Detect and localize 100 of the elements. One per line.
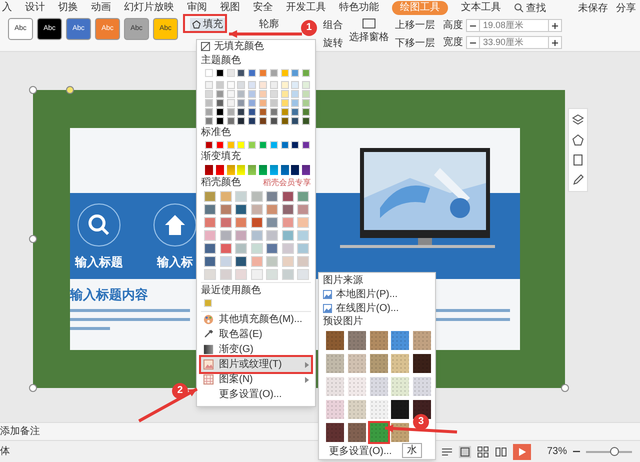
texture-tile[interactable] [413,400,432,419]
pen-icon[interactable] [572,174,584,186]
width-field[interactable]: 33.90厘米 [466,36,562,49]
menu-item[interactable]: 更多设置(O)... [201,387,311,402]
color-swatch[interactable] [282,204,294,215]
color-swatch[interactable] [291,108,300,116]
color-swatch[interactable] [250,269,263,280]
texture-tile[interactable] [348,400,366,419]
color-swatch[interactable] [205,141,213,149]
resize-handle[interactable] [29,384,37,392]
color-swatch[interactable] [250,191,263,202]
color-swatch[interactable] [205,81,213,89]
color-swatch[interactable] [302,90,310,98]
plus-icon[interactable] [552,22,558,28]
color-swatch[interactable] [302,69,310,77]
color-swatch[interactable] [237,69,246,77]
menu-item[interactable]: 渐变(G) [201,342,311,357]
color-swatch[interactable] [235,217,248,228]
ribbon-tab[interactable]: 设计 [25,1,45,15]
color-swatch[interactable] [205,108,213,116]
ribbon-tab[interactable]: 审阅 [187,1,207,15]
color-swatch[interactable] [216,117,224,125]
zoom-level[interactable]: 73% [546,444,567,459]
color-swatch[interactable] [282,256,294,267]
color-swatch[interactable] [235,191,248,202]
color-swatch[interactable] [280,69,289,77]
color-swatch[interactable] [250,230,263,241]
adjust-handle[interactable] [66,86,74,94]
texture-tile[interactable] [413,354,432,373]
color-swatch[interactable] [248,117,256,125]
color-swatch[interactable] [266,217,278,228]
color-swatch[interactable] [297,256,310,267]
texture-tile[interactable] [326,354,344,373]
color-swatch[interactable] [282,269,294,280]
color-swatch[interactable] [291,69,300,77]
color-swatch[interactable] [250,217,263,228]
color-swatch[interactable] [226,81,235,89]
color-swatch[interactable] [205,99,213,107]
texture-tile[interactable] [326,331,344,350]
search-button[interactable]: 查找 [514,0,546,16]
color-swatch[interactable] [302,141,310,149]
color-swatch[interactable] [270,99,278,107]
color-swatch[interactable] [226,108,235,116]
color-swatch[interactable] [220,230,232,241]
color-swatch[interactable] [220,204,232,215]
reading-view-icon[interactable] [494,446,507,458]
color-swatch[interactable] [216,90,224,98]
resize-handle[interactable] [29,86,37,94]
menu-item[interactable]: 其他填充颜色(M)... [201,312,311,327]
color-swatch[interactable] [220,243,232,254]
color-swatch[interactable] [216,81,224,89]
texture-tile[interactable] [326,423,344,442]
texture-tile[interactable] [348,377,366,396]
color-swatch[interactable] [266,230,278,241]
color-swatch[interactable] [248,99,256,107]
texture-tile[interactable] [348,331,366,350]
color-swatch[interactable] [204,269,216,280]
color-swatch[interactable] [205,90,213,98]
texture-tile[interactable] [391,354,410,373]
resize-handle[interactable] [29,235,37,243]
texture-tile[interactable] [348,354,366,373]
gradient-swatch[interactable] [226,165,235,175]
color-swatch[interactable] [204,243,216,254]
ribbon-tab[interactable]: 视图 [220,1,240,15]
notes-icon[interactable] [440,446,453,458]
color-swatch[interactable] [297,230,310,241]
gradient-swatch[interactable] [248,165,256,175]
plus-icon[interactable] [552,40,558,46]
menu-item[interactable]: 本地图片(P)... [323,288,431,301]
color-swatch[interactable] [220,269,232,280]
bring-forward-button[interactable]: 上移一层 [395,18,435,33]
save-status[interactable]: 未保存 [578,0,608,16]
color-swatch[interactable] [270,117,278,125]
color-swatch[interactable] [270,81,278,89]
resize-handle[interactable] [561,384,569,392]
color-swatch[interactable] [270,90,278,98]
no-fill-item[interactable]: 无填充颜色 [201,40,311,53]
color-swatch[interactable] [226,69,235,77]
texture-tile[interactable] [370,354,388,373]
color-swatch[interactable] [280,90,289,98]
gradient-swatch[interactable] [302,165,310,175]
shape-icon[interactable] [572,134,584,146]
color-swatch[interactable] [237,117,246,125]
color-swatch[interactable] [302,108,310,116]
color-swatch[interactable] [302,99,310,107]
color-swatch[interactable] [216,69,224,77]
ribbon-tab[interactable]: 动画 [91,1,111,15]
color-swatch[interactable] [237,81,246,89]
share-button[interactable]: 分享 [616,0,636,16]
color-swatch[interactable] [204,256,216,267]
notes-placeholder[interactable]: 添加备注 [0,424,40,439]
gradient-swatch[interactable] [205,165,213,175]
color-swatch[interactable] [204,299,212,307]
ribbon-tab[interactable]: 开发工具 [286,1,326,15]
normal-view-icon[interactable] [458,446,471,458]
color-swatch[interactable] [237,90,246,98]
color-swatch[interactable] [270,108,278,116]
color-swatch[interactable] [250,256,263,267]
color-swatch[interactable] [248,90,256,98]
menu-item[interactable]: 图片或纹理(T) [201,357,311,372]
